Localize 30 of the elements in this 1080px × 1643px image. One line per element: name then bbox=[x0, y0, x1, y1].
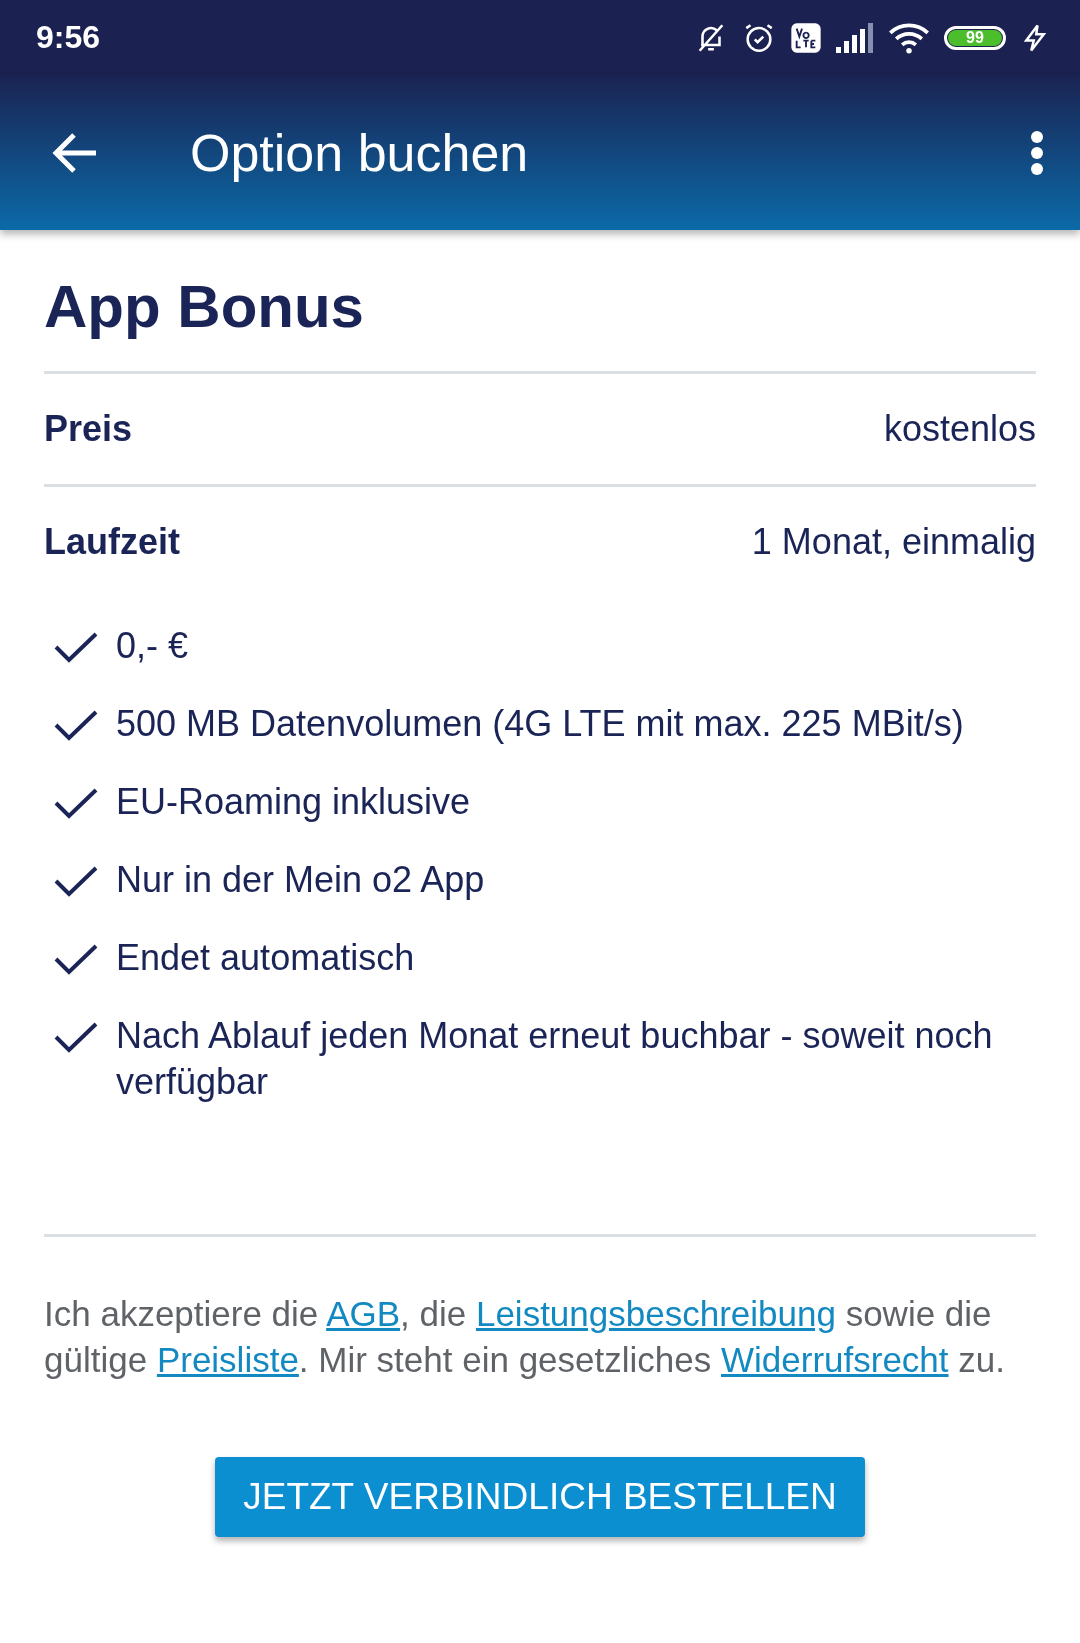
check-icon bbox=[54, 865, 98, 899]
check-icon bbox=[54, 709, 98, 743]
option-title: App Bonus bbox=[44, 272, 365, 342]
check-icon bbox=[54, 631, 98, 665]
volte-icon bbox=[790, 21, 822, 54]
order-button[interactable]: JETZT VERBINDLICH BESTELLEN bbox=[215, 1457, 865, 1537]
screen-title: Option buchen bbox=[190, 122, 530, 183]
check-icon bbox=[54, 1021, 98, 1055]
battery-icon: 99 bbox=[944, 25, 1006, 50]
feature-text: Nur in der Mein o2 App bbox=[116, 858, 485, 902]
clock: 9:56 bbox=[36, 19, 102, 56]
terms-link[interactable]: Widerrufsrecht bbox=[721, 1340, 949, 1379]
feature-text: Endet automatisch bbox=[116, 936, 415, 980]
signal-icon bbox=[836, 22, 874, 53]
more-options-icon[interactable] bbox=[1030, 129, 1044, 176]
check-icon bbox=[54, 787, 98, 821]
consent-text: Ich akzeptiere die AGB, die Leistungsbeschreibung sowie die gültige Preisliste. Mir steht ein gesetzliches Widerrufsrecht zu. bbox=[44, 1293, 1006, 1381]
feature-text: Nach Ablauf jeden Monat erneut buchbar - soweit noch verfügbar bbox=[116, 1014, 994, 1104]
feature-text: EU-Roaming inklusive bbox=[116, 780, 471, 824]
back-arrow-icon[interactable] bbox=[52, 132, 98, 173]
check-icon bbox=[54, 943, 98, 977]
terms-link[interactable]: Leistungsbeschreibung bbox=[475, 1294, 836, 1333]
detail-label: Preis bbox=[44, 408, 133, 450]
detail-value: 1 Monat, einmalig bbox=[751, 521, 1036, 563]
detail-value: kostenlos bbox=[883, 408, 1036, 450]
detail-label: Laufzeit bbox=[44, 521, 180, 563]
feature-text: 500 MB Datenvolumen (4G LTE mit max. 225 MBit/s) bbox=[116, 702, 964, 746]
feature-text: 0,- € bbox=[116, 624, 189, 668]
terms-link[interactable]: Preisliste bbox=[156, 1340, 299, 1379]
terms-link[interactable]: AGB bbox=[326, 1294, 401, 1333]
